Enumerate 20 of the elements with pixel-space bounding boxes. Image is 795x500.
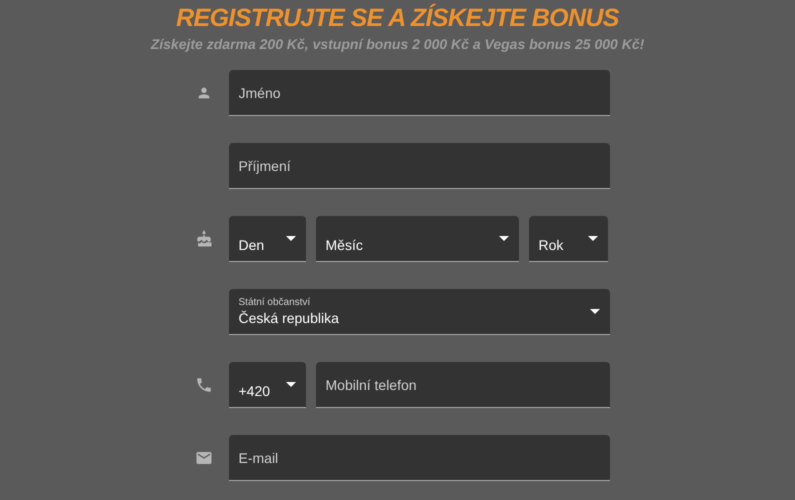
text-field[interactable]: E-mail xyxy=(228,435,610,481)
dropdown-field[interactable]: Den xyxy=(228,216,306,262)
text-field[interactable]: Příjmení xyxy=(228,143,610,189)
caret-icon xyxy=(588,236,598,241)
caret-icon xyxy=(498,236,508,241)
person-icon xyxy=(196,85,212,101)
envelope-icon xyxy=(194,449,212,467)
text-field[interactable]: Jméno xyxy=(228,70,610,116)
page-title: REGISTRUJTE SE A ZÍSKEJTE BONUS xyxy=(176,3,619,33)
caret-icon xyxy=(286,236,296,241)
dropdown-field[interactable]: Státní občanství Česká republika xyxy=(228,289,610,335)
dropdown-field[interactable]: Měsíc xyxy=(316,216,518,262)
caret-icon xyxy=(590,309,600,314)
cake-icon xyxy=(194,230,212,248)
phone-icon xyxy=(194,376,212,394)
dropdown-field[interactable]: Rok xyxy=(528,216,608,262)
bonus-subtitle: Získejte zdarma 200 Kč, vstupní bonus 2 000 Kč a Vegas bonus 25 000 Kč! xyxy=(150,35,644,53)
caret-icon xyxy=(286,382,296,387)
text-field[interactable]: Mobilní telefon xyxy=(316,362,610,408)
dropdown-field[interactable]: +420 xyxy=(228,362,306,408)
